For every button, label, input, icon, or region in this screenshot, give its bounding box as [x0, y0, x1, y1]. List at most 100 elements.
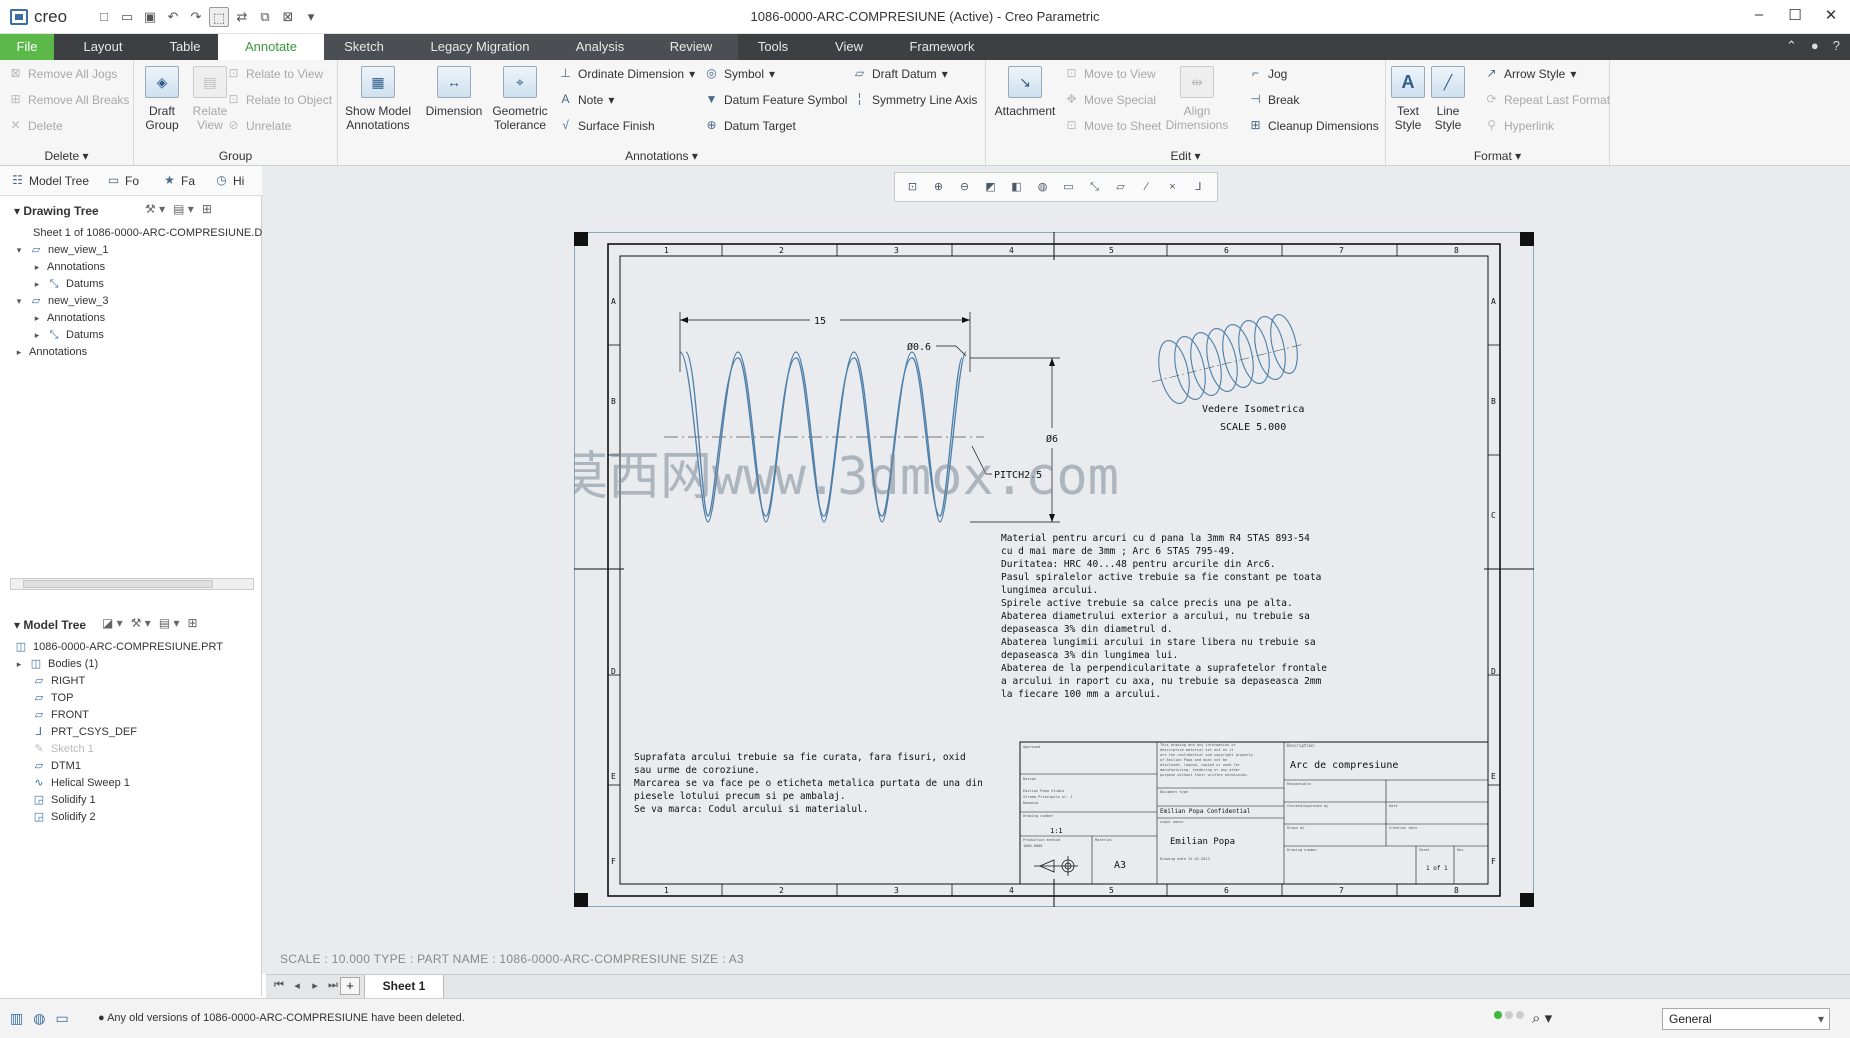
display-style-icon[interactable]: ◧	[1007, 178, 1026, 197]
redo-icon[interactable]: ↷	[186, 7, 206, 27]
dimension-length[interactable]: 15	[814, 316, 826, 327]
tree-node-datums[interactable]: ▸ ⤡ Datums	[32, 329, 104, 341]
refit-icon[interactable]: ⊡	[903, 178, 922, 197]
surface-finish-button[interactable]: √ Surface Finish	[558, 118, 655, 133]
tab-view[interactable]: View	[808, 34, 890, 60]
attachment-button[interactable]: ↘ Attachment	[992, 66, 1058, 118]
annotations-group-label[interactable]: Annotations ▾	[338, 149, 985, 163]
sheet-tab[interactable]: Sheet 1	[364, 975, 444, 999]
tree-node-sketch[interactable]: ✎ Sketch 1	[32, 743, 93, 755]
tab-favorites[interactable]: ★ Fa	[162, 173, 195, 188]
graphics-area[interactable]: ⊡ ⊕ ⊖ ◩ ◧ ◍ ▭ ⤡ ▱ ∕ × ⅃ 1 2 3 4 5 6 7 8 …	[262, 166, 1850, 974]
text-style-button[interactable]: A Text Style	[1388, 66, 1428, 132]
tree-node-helical-sweep[interactable]: ∿ Helical Sweep 1	[32, 777, 129, 789]
regenerate-icon[interactable]: ⇄	[232, 7, 252, 27]
show-model-annotations-button[interactable]: ▦ Show Model Annotations	[342, 66, 414, 132]
symbol-button[interactable]: ◎ Symbol ▾	[704, 66, 775, 81]
format-group-label[interactable]: Format ▾	[1386, 149, 1609, 163]
drawing-tree-scrollbar[interactable]	[10, 578, 254, 590]
plane-display-icon[interactable]: ▱	[1111, 178, 1130, 197]
expand-icon[interactable]: ▸	[32, 262, 42, 273]
tree-node-sheet[interactable]: Sheet 1 of 1086-0000-ARC-COMPRESIUNE.D	[14, 227, 262, 239]
delete-button[interactable]: ✕ Delete	[8, 118, 62, 133]
expand-icon[interactable]: ▸	[14, 659, 24, 670]
close-window-icon[interactable]: ⊠	[278, 7, 298, 27]
move-to-view-button[interactable]: ⊡ Move to View	[1064, 66, 1155, 81]
zoom-out-icon[interactable]: ⊖	[955, 178, 974, 197]
unrelate-button[interactable]: ⊘ Unrelate	[226, 118, 291, 133]
tree-node-annotations[interactable]: ▸ Annotations	[32, 312, 105, 324]
relate-to-view-button[interactable]: ⊡ Relate to View	[226, 66, 323, 81]
dimension-outer-diameter[interactable]: Ø6	[1046, 433, 1058, 445]
tree-layers-icon[interactable]: ◪ ▾	[102, 616, 123, 630]
symmetry-line-axis-button[interactable]: ╎ Symmetry Line Axis	[852, 92, 978, 107]
tree-node-plane-top[interactable]: ▱ TOP	[32, 692, 74, 704]
datum-feature-symbol-button[interactable]: ▼ Datum Feature Symbol	[704, 92, 848, 107]
edit-group-label[interactable]: Edit ▾	[986, 149, 1385, 163]
expand-icon[interactable]: ▸	[32, 279, 42, 290]
tree-node-view[interactable]: ▾ ▱ new_view_3	[14, 295, 109, 307]
datum-target-button[interactable]: ⊕ Datum Target	[704, 118, 795, 133]
tree-show-icon[interactable]: ▤ ▾	[159, 616, 180, 630]
expand-icon[interactable]: ▸	[32, 313, 42, 324]
jog-button[interactable]: ⌐ Jog	[1248, 66, 1287, 81]
tab-review[interactable]: Review	[644, 34, 738, 60]
tree-node-part[interactable]: ◫ 1086-0000-ARC-COMPRESIUNE.PRT	[14, 641, 223, 653]
add-sheet-button[interactable]: +	[340, 977, 360, 995]
help-icon[interactable]: ?	[1833, 38, 1840, 54]
collapse-icon[interactable]: ▾	[14, 296, 24, 307]
tree-node-solidify[interactable]: ◲ Solidify 1	[32, 794, 96, 806]
next-sheet-icon[interactable]: ▸	[308, 979, 322, 992]
selection-box-icon[interactable]: ⬚	[209, 7, 229, 27]
remove-all-breaks-button[interactable]: ⊞ Remove All Breaks	[8, 92, 129, 107]
dimension-wire-diameter[interactable]: Ø0.6	[907, 341, 931, 353]
collapse-icon[interactable]: ▾	[14, 245, 24, 256]
maximize-icon[interactable]: ☐	[1786, 6, 1804, 24]
tree-node-view[interactable]: ▾ ▱ new_view_1	[14, 244, 109, 256]
line-style-button[interactable]: ╱ Line Style	[1428, 66, 1468, 132]
tab-folder-browser[interactable]: ▭ Fo	[106, 173, 139, 188]
tree-settings-icon[interactable]: ⚒ ▾	[131, 616, 151, 630]
tree-filter-icon[interactable]: ⊞	[202, 202, 212, 216]
full-screen-icon[interactable]: ▭	[55, 1010, 68, 1027]
tree-node-annotations[interactable]: ▸ Annotations	[32, 261, 105, 273]
repaint-icon[interactable]: ◩	[981, 178, 1000, 197]
save-icon[interactable]: ▣	[140, 7, 160, 27]
axis-display-icon[interactable]: ∕	[1137, 178, 1156, 197]
minimize-icon[interactable]: –	[1750, 6, 1768, 24]
first-sheet-icon[interactable]: ⏮	[272, 979, 286, 992]
draft-group-button[interactable]: ◈ Draft Group	[138, 66, 186, 132]
customize-toolbar-icon[interactable]: ▾	[301, 7, 321, 27]
scrollbar-thumb[interactable]	[23, 580, 213, 588]
delete-group-label[interactable]: Delete ▾	[0, 149, 133, 163]
tree-filter-icon[interactable]: ⊞	[188, 616, 198, 630]
new-file-icon[interactable]: □	[94, 7, 114, 27]
tab-model-tree[interactable]: ☷ Model Tree	[10, 173, 89, 188]
draft-datum-button[interactable]: ▱ Draft Datum ▾	[852, 66, 948, 81]
windows-icon[interactable]: ⧉	[255, 7, 275, 27]
open-file-icon[interactable]: ▭	[117, 7, 137, 27]
arrow-style-button[interactable]: ↗ Arrow Style ▾	[1484, 66, 1576, 81]
tab-history[interactable]: ◷ Hi	[214, 173, 244, 188]
saved-views-icon[interactable]: ◍	[1033, 178, 1052, 197]
move-special-button[interactable]: ✥ Move Special	[1064, 92, 1156, 107]
repeat-last-format-button[interactable]: ⟳ Repeat Last Format	[1484, 92, 1610, 107]
tree-node-plane-front[interactable]: ▱ FRONT	[32, 709, 89, 721]
note-button[interactable]: A Note ▾	[558, 92, 614, 107]
expand-icon[interactable]: ▸	[32, 330, 42, 341]
relate-to-object-button[interactable]: ⊡ Relate to Object	[226, 92, 332, 107]
tab-annotate[interactable]: Annotate	[218, 34, 324, 60]
user-icon[interactable]: ●	[1811, 38, 1819, 54]
break-button[interactable]: ⊣ Break	[1248, 92, 1299, 107]
cleanup-dimensions-button[interactable]: ⊞ Cleanup Dimensions	[1248, 118, 1378, 133]
remove-all-jogs-button[interactable]: ⊠ Remove All Jogs	[8, 66, 117, 81]
align-dimensions-button[interactable]: ⇹ Align Dimensions	[1164, 66, 1230, 132]
tab-table[interactable]: Table	[152, 34, 218, 60]
drawing-sheet[interactable]: 1 2 3 4 5 6 7 8 1 2 3 4 5 6 7 8 A B D E …	[574, 232, 1534, 907]
undo-icon[interactable]: ↶	[163, 7, 183, 27]
csys-display-icon[interactable]: ⅃	[1189, 178, 1208, 197]
tree-node-bodies[interactable]: ▸ ◫ Bodies (1)	[14, 658, 98, 670]
tab-file[interactable]: File	[0, 34, 54, 60]
tree-node-csys[interactable]: ⅃ PRT_CSYS_DEF	[32, 726, 137, 738]
move-to-sheet-button[interactable]: ⊡ Move to Sheet	[1064, 118, 1161, 133]
